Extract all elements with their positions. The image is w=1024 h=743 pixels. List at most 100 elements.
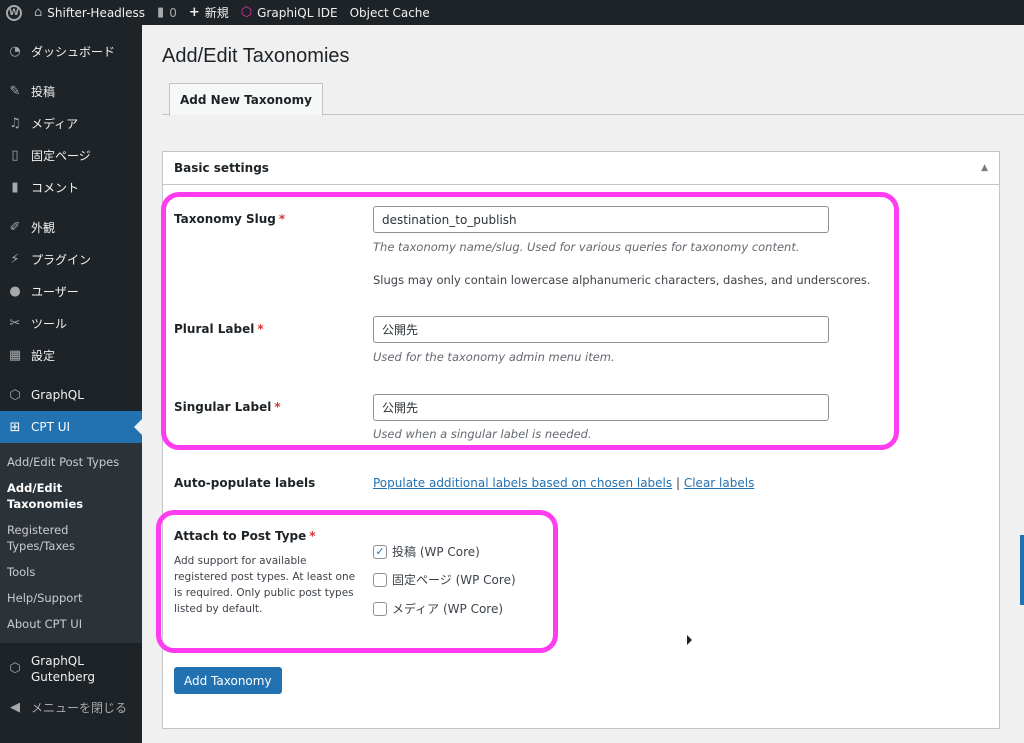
post-type-checkbox-post[interactable]: ✓ 投稿 (WP Core): [373, 543, 480, 560]
appearance-icon: ✐: [9, 219, 21, 235]
wordpress-logo-icon: W: [6, 4, 22, 21]
admin-sidebar: ◔ ダッシュボード ✎ 投稿 ♫ メディア ▯ 固定ページ ▮ コメント ✐ 外…: [0, 25, 142, 743]
basic-settings-panel: Basic settings ▲ Taxonomy Slug * destinat…: [162, 151, 1000, 729]
page-title: Add/Edit Taxonomies: [162, 45, 350, 67]
sidebar-item-tools[interactable]: ✂ ツール: [0, 307, 142, 339]
object-cache-link[interactable]: Object Cache: [344, 0, 436, 25]
sidebar-item-settings[interactable]: ▦ 設定: [0, 339, 142, 371]
new-label: 新規: [204, 6, 229, 20]
sidebar-item-label: CPT UI: [31, 420, 71, 434]
settings-icon: ▦: [8, 347, 22, 363]
main-content: Add/Edit Taxonomies Add New Taxonomy Bas…: [142, 25, 1024, 743]
taxonomy-slug-input[interactable]: destination_to_publish: [373, 206, 829, 233]
cptui-icon: ⊞: [9, 419, 21, 435]
plural-label-label: Plural Label *: [174, 322, 264, 336]
sidebar-item-appearance[interactable]: ✐ 外観: [0, 211, 142, 243]
sidebar-item-label: ツール: [31, 316, 68, 331]
label-text: Taxonomy Slug: [174, 212, 276, 226]
collapse-arrow-icon[interactable]: ▲: [981, 163, 988, 173]
object-cache-label: Object Cache: [349, 5, 430, 20]
sidebar-item-label: プラグイン: [31, 252, 92, 267]
collapse-menu-label: メニューを閉じる: [31, 700, 128, 715]
submenu-add-edit-taxonomies[interactable]: Add/Edit Taxonomies: [0, 475, 142, 517]
sidebar-item-label: 投稿: [31, 84, 56, 99]
graphql-icon: ⬡: [9, 661, 21, 676]
singular-label-description: Used when a singular label is needed.: [373, 427, 592, 441]
sidebar-item-graphql[interactable]: ⬡ GraphQL: [0, 379, 142, 411]
link-separator: |: [675, 476, 681, 490]
sidebar-item-label: 固定ページ: [31, 148, 91, 163]
comment-icon: ▮: [11, 179, 19, 195]
required-mark: *: [309, 529, 316, 543]
sidebar-item-label: ダッシュボード: [31, 44, 116, 59]
post-type-checkbox-media[interactable]: メディア (WP Core): [373, 600, 503, 617]
submenu-add-edit-post-types[interactable]: Add/Edit Post Types: [0, 449, 142, 475]
sidebar-item-dashboard[interactable]: ◔ ダッシュボード: [0, 35, 142, 67]
attach-post-type-label: Attach to Post Type *: [174, 529, 316, 543]
label-text: Attach to Post Type: [174, 529, 307, 543]
sidebar-item-label: メディア: [31, 116, 79, 131]
panel-title: Basic settings: [174, 161, 269, 175]
sidebar-item-plugins[interactable]: ⚡ プラグイン: [0, 243, 142, 275]
scroll-indicator: [1020, 535, 1024, 605]
submenu-registered-types[interactable]: Registered Types/Taxes: [0, 517, 90, 559]
comments-link[interactable]: ▮ 0: [151, 0, 183, 25]
required-mark: *: [274, 400, 281, 414]
graphql-icon: ⬡: [9, 387, 21, 403]
comments-count: 0: [169, 5, 177, 20]
pin-icon: ✎: [9, 83, 21, 99]
user-icon: ●: [9, 283, 21, 299]
label-text: Singular Label: [174, 400, 272, 414]
attach-post-type-help: Add support for available registered pos…: [174, 555, 356, 615]
required-mark: *: [278, 212, 286, 226]
plus-icon: +: [188, 5, 200, 20]
tab-add-new-taxonomy[interactable]: Add New Taxonomy: [169, 83, 323, 116]
sidebar-item-graphql-gutenberg[interactable]: ⬡ GraphQL Gutenberg: [0, 647, 142, 691]
collapse-menu-button[interactable]: ◀ メニューを閉じる: [0, 691, 142, 723]
sidebar-item-label: 設定: [31, 348, 56, 363]
sidebar-item-users[interactable]: ● ユーザー: [0, 275, 142, 307]
add-taxonomy-button[interactable]: Add Taxonomy: [174, 667, 282, 694]
sidebar-item-pages[interactable]: ▯ 固定ページ: [0, 139, 142, 171]
submenu-tools[interactable]: Tools: [0, 559, 142, 585]
auto-populate-links: Populate additional labels based on chos…: [373, 476, 754, 490]
comment-icon: ▮: [157, 5, 165, 20]
new-content-link[interactable]: + 新規: [183, 0, 235, 25]
auto-populate-label: Auto-populate labels: [174, 476, 316, 490]
cptui-submenu: Add/Edit Post Types Add/Edit Taxonomies …: [0, 443, 142, 643]
wordpress-menu[interactable]: W: [0, 0, 28, 25]
site-name: Shifter-Headless: [47, 5, 146, 20]
dashboard-icon: ◔: [9, 43, 21, 59]
panel-header[interactable]: Basic settings ▲: [163, 152, 999, 185]
checkbox[interactable]: [373, 601, 387, 616]
singular-label-label: Singular Label *: [174, 400, 281, 414]
post-type-checkbox-page[interactable]: 固定ページ (WP Core): [373, 571, 516, 588]
sidebar-item-posts[interactable]: ✎ 投稿: [0, 75, 142, 107]
taxonomy-slug-label: Taxonomy Slug *: [174, 212, 285, 226]
submenu-about-cptui[interactable]: About CPT UI: [0, 611, 142, 637]
sidebar-item-label: GraphQL Gutenberg: [31, 654, 95, 684]
taxonomy-slug-description: The taxonomy name/slug. Used for various…: [373, 240, 800, 254]
singular-label-input[interactable]: 公開先: [373, 394, 829, 421]
populate-labels-link[interactable]: Populate additional labels based on chos…: [373, 476, 672, 490]
page-icon: ▯: [11, 147, 19, 163]
admin-bar: W ⌂ Shifter-Headless ▮ 0 + 新規 ⬡ GraphiQL…: [0, 0, 1024, 25]
checkbox-label: 投稿 (WP Core): [392, 545, 480, 559]
checkbox-checked[interactable]: ✓: [373, 544, 387, 559]
home-icon: ⌂: [34, 5, 43, 20]
sidebar-item-label: ユーザー: [31, 284, 79, 299]
sidebar-item-label: GraphQL: [31, 388, 84, 402]
graphql-icon: ⬡: [240, 5, 253, 20]
submenu-help-support[interactable]: Help/Support: [0, 585, 142, 611]
site-name-link[interactable]: ⌂ Shifter-Headless: [28, 0, 151, 25]
sidebar-item-media[interactable]: ♫ メディア: [0, 107, 142, 139]
label-text: Plural Label: [174, 322, 255, 336]
clear-labels-link[interactable]: Clear labels: [684, 476, 754, 490]
graphiql-ide-link[interactable]: ⬡ GraphiQL IDE: [235, 0, 344, 25]
checkbox-label: メディア (WP Core): [392, 602, 504, 616]
sidebar-item-cptui[interactable]: ⊞ CPT UI: [0, 411, 142, 443]
checkbox[interactable]: [373, 572, 387, 587]
sidebar-item-comments[interactable]: ▮ コメント: [0, 171, 142, 203]
graphiql-label: GraphiQL IDE: [257, 5, 338, 20]
plural-label-input[interactable]: 公開先: [373, 316, 829, 343]
